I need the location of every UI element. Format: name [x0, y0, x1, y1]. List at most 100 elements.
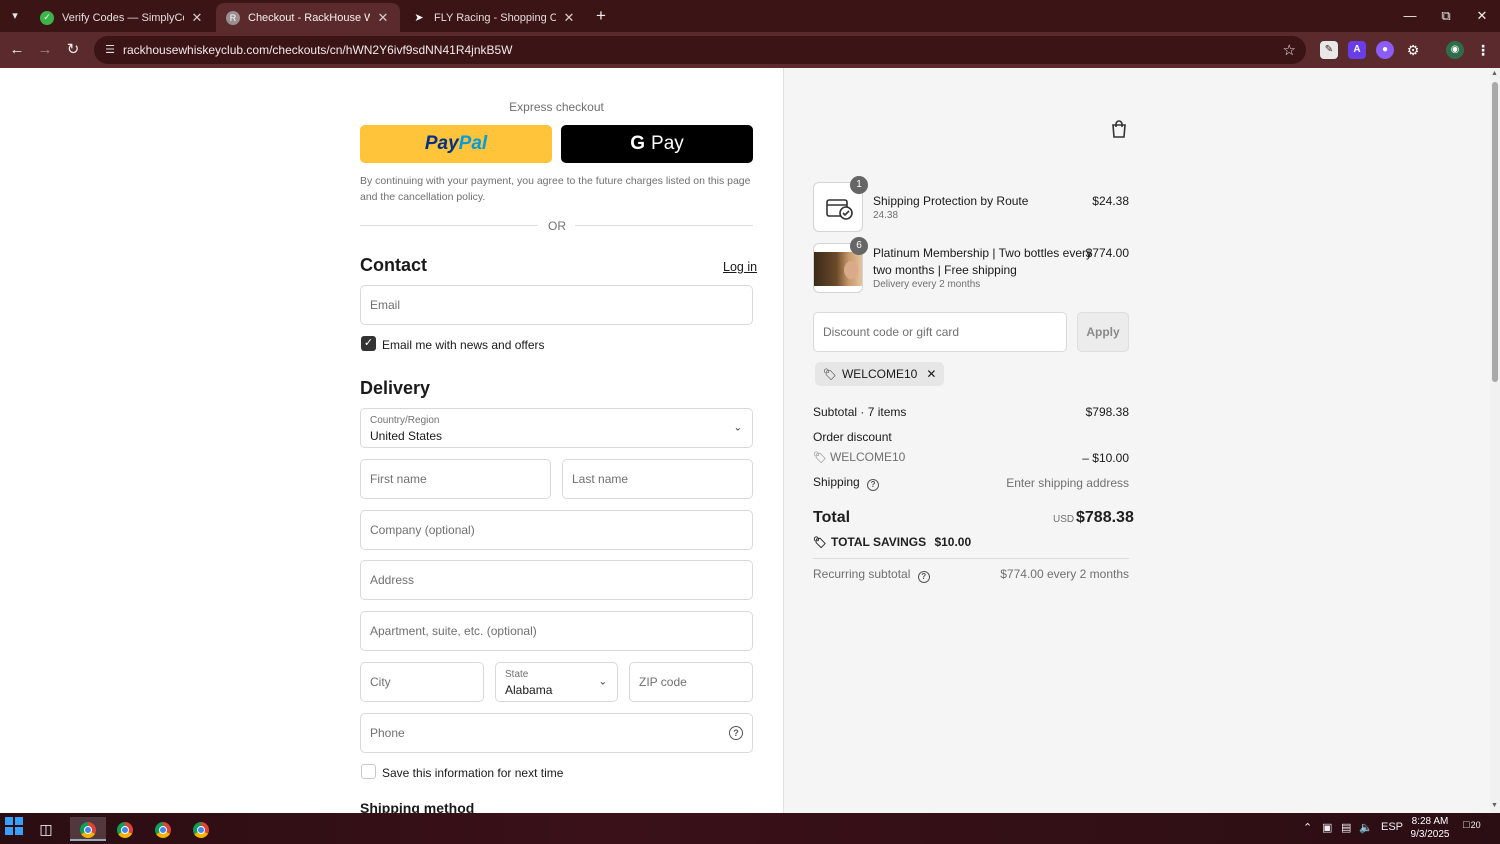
chevron-down-icon: ⌄	[598, 676, 607, 688]
task-view-icon[interactable]: ◫	[31, 817, 61, 841]
recurring-label: Recurring subtotal	[813, 567, 911, 581]
zip-field[interactable]: ZIP code	[629, 662, 753, 702]
extension-2-icon[interactable]: A	[1348, 41, 1366, 59]
save-info-checkbox[interactable]	[361, 764, 376, 779]
url-text[interactable]: rackhousewhiskeyclub.com/checkouts/cn/hW…	[123, 43, 513, 57]
tab-title: Checkout - RackHouse Whiskey	[248, 11, 370, 24]
shopping-bag-icon[interactable]	[1111, 120, 1127, 142]
item-name-line2: two months | Free shipping	[873, 263, 1017, 277]
savings-value: $10.00	[934, 535, 972, 549]
tab-rackhouse-checkout[interactable]: R Checkout - RackHouse Whiskey ✕	[216, 3, 400, 32]
savings-label: TOTAL SAVINGS	[830, 535, 927, 549]
last-name-field[interactable]: Last name	[562, 459, 753, 499]
clock-time: 8:28 AM	[1411, 816, 1449, 827]
volume-icon[interactable]: 🔈	[1359, 821, 1373, 834]
notification-center-icon[interactable]: □20	[1463, 819, 1481, 831]
apply-discount-button[interactable]: Apply	[1077, 312, 1129, 352]
google-g-icon: G	[630, 133, 646, 154]
total-savings-row: 🏷 TOTAL SAVINGS $10.00	[813, 535, 971, 549]
first-name-field[interactable]: First name	[360, 459, 551, 499]
new-tab-button[interactable]: +	[591, 6, 611, 26]
phone-field[interactable]: Phone ?	[360, 713, 753, 753]
phone-placeholder: Phone	[370, 726, 405, 740]
delivery-heading: Delivery	[360, 378, 431, 398]
scroll-down-icon[interactable]: ▼	[1491, 802, 1498, 809]
tab-search-button[interactable]: ▾	[4, 6, 26, 26]
back-button[interactable]: ←	[6, 39, 28, 61]
show-hidden-icons-icon[interactable]: ⌃	[1303, 821, 1312, 834]
forward-button[interactable]: →	[34, 39, 56, 61]
state-value: Alabama	[505, 683, 553, 697]
state-select[interactable]: State Alabama ⌄	[495, 662, 618, 702]
remove-discount-icon[interactable]: ✕	[926, 367, 936, 381]
country-select[interactable]: Country/Region United States ⌄	[360, 408, 753, 448]
chrome-profile-3-icon[interactable]	[148, 817, 178, 841]
shipping-method-heading: Shipping method	[360, 800, 475, 813]
tab-title: FLY Racing - Shopping Cart	[434, 11, 556, 24]
shipping-help-icon[interactable]: ?	[867, 479, 880, 491]
bookmark-star-icon[interactable]: ☆	[1283, 41, 1296, 59]
windows-start-icon[interactable]	[0, 817, 28, 841]
close-tab-icon[interactable]: ✕	[376, 10, 390, 26]
scrollbar-thumb[interactable]	[1492, 82, 1498, 382]
tab-fly-racing[interactable]: ➤ FLY Racing - Shopping Cart ✕	[402, 3, 586, 32]
item-price: $24.38	[1092, 194, 1129, 208]
paypal-button[interactable]: Pay Pal	[360, 125, 552, 163]
discount-code-row: 🏷 WELCOME10	[813, 450, 905, 464]
extension-1-icon[interactable]: ✎	[1320, 41, 1338, 59]
phone-help-icon[interactable]: ?	[729, 726, 743, 740]
extensions-puzzle-icon[interactable]: ⚙	[1404, 41, 1422, 59]
page-scrollbar[interactable]: ▲ ▼	[1490, 68, 1500, 813]
company-field[interactable]: Company (optional)	[360, 510, 753, 550]
meet-now-icon[interactable]: ▣	[1322, 821, 1332, 834]
item-name: Shipping Protection by Route	[873, 194, 1029, 208]
fly-racing-favicon-icon: ➤	[414, 12, 424, 24]
minimize-button[interactable]: —	[1392, 6, 1428, 26]
log-in-link[interactable]: Log in	[723, 260, 757, 274]
paypal-logo-part1: Pay	[424, 133, 459, 154]
language-indicator[interactable]: ESP	[1381, 821, 1403, 833]
reload-button[interactable]: ↻	[62, 39, 84, 61]
extension-3-icon[interactable]: ●	[1376, 41, 1394, 59]
discount-placeholder: Discount code or gift card	[823, 325, 960, 339]
google-pay-button[interactable]: G Pay	[561, 125, 753, 163]
tab-simplycodes[interactable]: ✓ Verify Codes — SimplyCodes ✕	[30, 3, 214, 32]
item-subtext: Delivery every 2 months	[873, 279, 981, 290]
discount-code-field[interactable]: Discount code or gift card	[813, 312, 1067, 352]
close-window-button[interactable]: ✕	[1464, 6, 1500, 26]
applied-code-text: WELCOME10	[841, 367, 918, 381]
address-field[interactable]: Address	[360, 560, 753, 600]
newsletter-checkbox[interactable]: ✓	[361, 336, 376, 351]
apartment-field[interactable]: Apartment, suite, etc. (optional)	[360, 611, 753, 651]
restore-button[interactable]: ⧉	[1428, 6, 1464, 26]
address-bar[interactable]: ☰ rackhousewhiskeyclub.com/checkouts/cn/…	[94, 36, 1306, 64]
browser-tab-bar: ▾ ✓ Verify Codes — SimplyCodes ✕ R Check…	[0, 0, 1500, 32]
browser-menu-icon[interactable]: ⋮	[1474, 41, 1492, 59]
close-tab-icon[interactable]: ✕	[190, 10, 204, 26]
chrome-profile-4-icon[interactable]	[186, 817, 216, 841]
tab-title: Verify Codes — SimplyCodes	[62, 11, 184, 24]
chrome-profile-2-icon[interactable]	[110, 817, 140, 841]
newsletter-label: Email me with news and offers	[382, 338, 545, 352]
windows-taskbar: ◫ ⌃ ▣ ▤ 🔈 ESP 8:28 AM 9/3/2025 □20	[0, 813, 1500, 844]
system-clock[interactable]: 8:28 AM 9/3/2025	[1405, 815, 1455, 841]
city-field[interactable]: City	[360, 662, 484, 702]
scroll-up-icon[interactable]: ▲	[1491, 70, 1498, 77]
summary-divider	[813, 558, 1129, 559]
company-placeholder: Company (optional)	[370, 523, 475, 537]
email-field[interactable]: Email	[360, 285, 753, 325]
network-icon[interactable]: ▤	[1341, 821, 1351, 834]
express-checkout-label: Express checkout	[509, 100, 604, 114]
close-tab-icon[interactable]: ✕	[562, 10, 576, 26]
profile-avatar-icon[interactable]: ◉	[1446, 41, 1464, 59]
site-info-icon[interactable]: ☰	[102, 42, 118, 58]
chrome-taskbar-icon[interactable]	[70, 817, 106, 841]
browser-toolbar: ← → ↻ ☰ rackhousewhiskeyclub.com/checkou…	[0, 32, 1500, 68]
recurring-help-icon[interactable]: ?	[917, 571, 930, 583]
total-label: Total	[813, 509, 851, 526]
rackhouse-favicon-icon: R	[226, 10, 240, 25]
discount-code-text: WELCOME10	[829, 450, 906, 464]
country-value: United States	[370, 429, 443, 443]
last-name-placeholder: Last name	[572, 472, 629, 486]
shipping-label: Shipping	[813, 475, 860, 489]
